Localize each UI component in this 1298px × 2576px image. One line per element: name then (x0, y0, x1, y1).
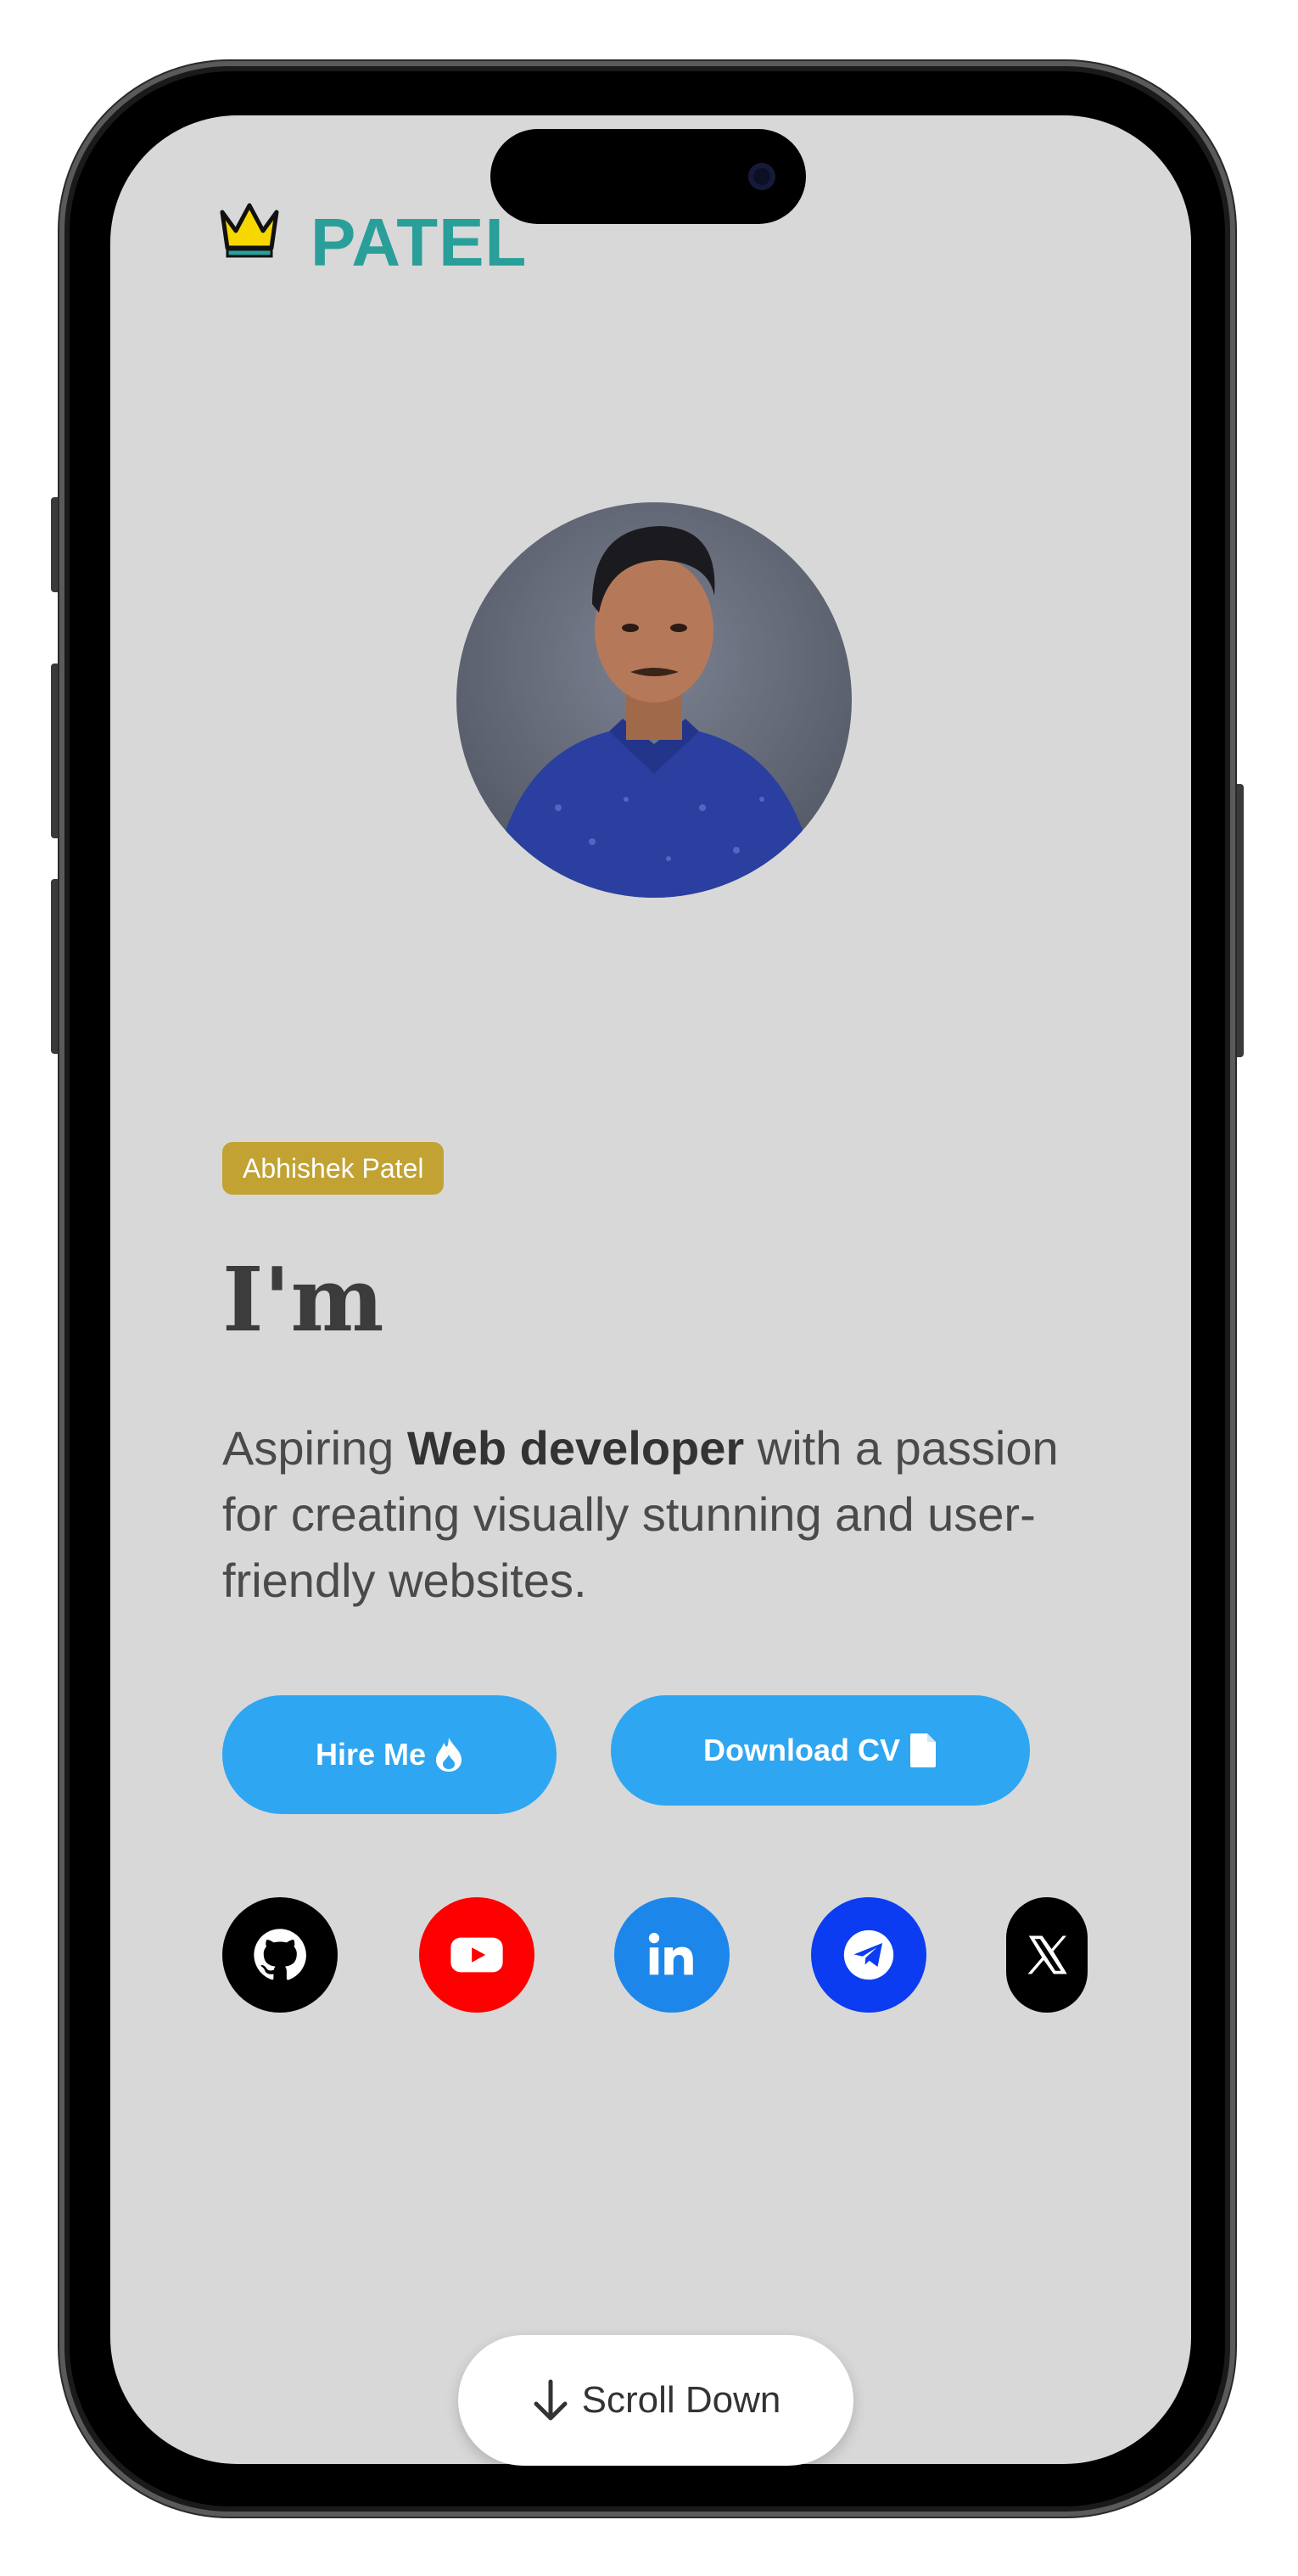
hero-description: Aspiring Web developer with a passion fo… (222, 1415, 1071, 1614)
telegram-icon (843, 1929, 894, 1980)
scroll-down-button[interactable]: Scroll Down (458, 2335, 853, 2466)
hero-heading: I'm (222, 1247, 384, 1352)
linkedin-icon (648, 1933, 693, 1975)
name-badge: Abhishek Patel (222, 1142, 445, 1195)
arrow-down-icon (534, 2379, 568, 2421)
linkedin-link[interactable] (614, 1897, 730, 2013)
github-link[interactable] (222, 1897, 338, 2013)
scroll-down-label: Scroll Down (581, 2379, 781, 2421)
brand-name: PATEL (311, 204, 528, 280)
youtube-icon (450, 1937, 503, 1973)
x-link[interactable] (1006, 1897, 1088, 2013)
profile-avatar (456, 502, 852, 898)
hire-me-button[interactable]: Hire Me (222, 1695, 557, 1814)
youtube-link[interactable] (419, 1897, 534, 2013)
telegram-link[interactable] (811, 1897, 926, 2013)
crown-icon (220, 203, 279, 258)
download-cv-button[interactable]: Download CV (611, 1695, 1030, 1806)
hire-me-label: Hire Me (315, 1737, 427, 1772)
description-highlight: Web developer (406, 1421, 745, 1475)
camera-icon (748, 163, 775, 190)
dynamic-island (490, 129, 806, 224)
flame-icon (436, 1738, 462, 1772)
profile-photo (490, 526, 818, 898)
github-icon (254, 1929, 306, 1980)
document-icon (910, 1733, 936, 1767)
brand-logo[interactable]: PATEL (217, 190, 527, 277)
description-prefix: Aspiring (222, 1421, 407, 1475)
x-icon (1027, 1935, 1067, 1974)
download-cv-label: Download CV (703, 1733, 900, 1767)
